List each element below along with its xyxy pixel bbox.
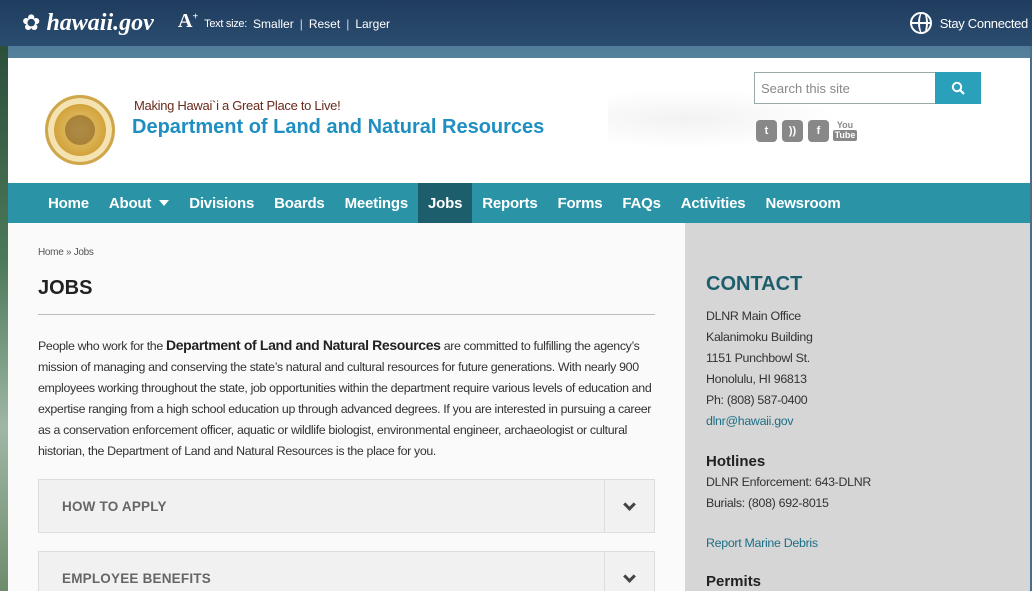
report-marine-debris-link[interactable]: Report Marine Debris [706,536,818,550]
top-bar: ✿ hawaii.gov A+ Text size: Smaller | Res… [0,0,1032,46]
hawaii-gov-logo[interactable]: ✿ hawaii.gov [22,9,154,37]
divider [38,314,655,315]
contact-office: DLNR Main Office [706,309,801,323]
nav-home[interactable]: Home [38,183,99,223]
nav-label: Boards [274,194,325,212]
accordion-toggle[interactable] [604,480,654,532]
chevron-down-icon [623,497,636,511]
facebook-icon[interactable]: f [808,120,829,142]
page-title: JOBS [38,277,93,299]
divider: | [299,16,303,31]
logo-text: hawaii.gov [46,9,154,36]
main-content: Home » Jobs JOBS People who work for the… [8,223,685,591]
divider: | [346,16,350,31]
text-size-controls: A+ Text size: Smaller | Reset | Larger [178,10,390,35]
site-search [754,72,981,104]
search-icon [951,81,965,95]
nav-newsroom[interactable]: Newsroom [755,183,850,223]
nav-divisions[interactable]: Divisions [179,183,264,223]
main-nav: Home About Divisions Boards Meetings Job… [8,183,1030,223]
contact-email-link[interactable]: dlnr@hawaii.gov [706,414,794,428]
nav-boards[interactable]: Boards [264,183,334,223]
twitter-icon[interactable]: t [756,120,777,142]
department-title[interactable]: Department of Land and Natural Resources [132,116,544,139]
text-size-label: Text size: [204,17,248,30]
nav-label: Meetings [344,194,409,212]
nav-label: Home [48,194,89,212]
intro-lead: People who work for the [38,339,166,353]
contact-phone: Ph: (808) 587-0400 [706,393,808,407]
nav-label: Forms [557,194,603,212]
intro-rest: are committed to fulfilling the agency’s… [38,339,652,458]
caret-down-icon [159,200,170,206]
globe-icon [909,12,932,34]
text-larger-link[interactable]: Larger [355,17,390,31]
accordion-how-to-apply[interactable]: HOW TO APPLY [38,479,655,533]
text-size-icon: A+ [178,10,199,32]
text-reset-link[interactable]: Reset [309,17,340,31]
stay-connected-link[interactable]: Stay Connected [909,12,1029,34]
nav-label: Newsroom [765,194,841,212]
accordion-employee-benefits[interactable]: EMPLOYEE BENEFITS [38,551,655,591]
contact-city: Honolulu, HI 96813 [706,372,807,386]
intro-paragraph: People who work for the Department of La… [38,335,658,462]
nav-label: Reports [482,194,538,212]
hibiscus-icon: ✿ [22,10,41,35]
social-links: t )) f You Tube [756,120,858,142]
nav-activities[interactable]: Activities [671,183,756,223]
search-button[interactable] [935,72,981,104]
nav-about[interactable]: About [99,183,179,223]
site-header: Making Hawai`i a Great Place to Live! De… [8,58,1030,183]
permits-heading: Permits [706,573,762,590]
search-input[interactable] [754,72,935,104]
breadcrumb: Home » Jobs [38,247,94,258]
stay-connected-label: Stay Connected [939,15,1029,31]
text-smaller-link[interactable]: Smaller [253,17,294,31]
youtube-bottom: Tube [832,130,858,141]
main-panel: Making Hawai`i a Great Place to Live! De… [8,58,1030,591]
sidebar: CONTACT DLNR Main Office Kalanimoku Buil… [685,223,1030,591]
tagline: Making Hawai`i a Great Place to Live! [134,98,341,113]
accordion-title: EMPLOYEE BENEFITS [62,570,211,586]
background-photo-left [0,45,8,591]
hotline-burials: Burials: (808) 692-8015 [706,496,829,510]
rss-icon[interactable]: )) [782,120,803,142]
breadcrumb-current: Jobs [73,247,94,258]
contact-heading: CONTACT [706,273,803,295]
breadcrumb-home[interactable]: Home [38,247,64,258]
state-seal-logo[interactable] [45,95,115,165]
youtube-top: You [836,120,854,130]
hotlines-heading: Hotlines [706,453,766,470]
intro-bold: Department of Land and Natural Resources [165,337,441,353]
nav-faqs[interactable]: FAQs [612,183,670,223]
accordion-title: HOW TO APPLY [62,498,167,514]
nav-jobs[interactable]: Jobs [418,183,473,223]
contact-building: Kalanimoku Building [706,330,813,344]
nav-label: Jobs [428,194,463,212]
nav-label: FAQs [622,194,661,212]
chevron-down-icon [623,569,636,583]
nav-meetings[interactable]: Meetings [335,183,418,223]
nav-reports[interactable]: Reports [472,183,547,223]
hotline-enforcement: DLNR Enforcement: 643-DLNR [706,475,872,489]
nav-label: Activities [680,194,746,212]
youtube-icon[interactable]: You Tube [832,120,858,142]
nav-label: About [108,194,152,212]
nav-label: Divisions [189,194,255,212]
nav-forms[interactable]: Forms [548,183,613,223]
contact-street: 1151 Punchbowl St. [706,351,810,365]
breadcrumb-separator: » [63,247,74,258]
accordion-toggle[interactable] [604,552,654,591]
